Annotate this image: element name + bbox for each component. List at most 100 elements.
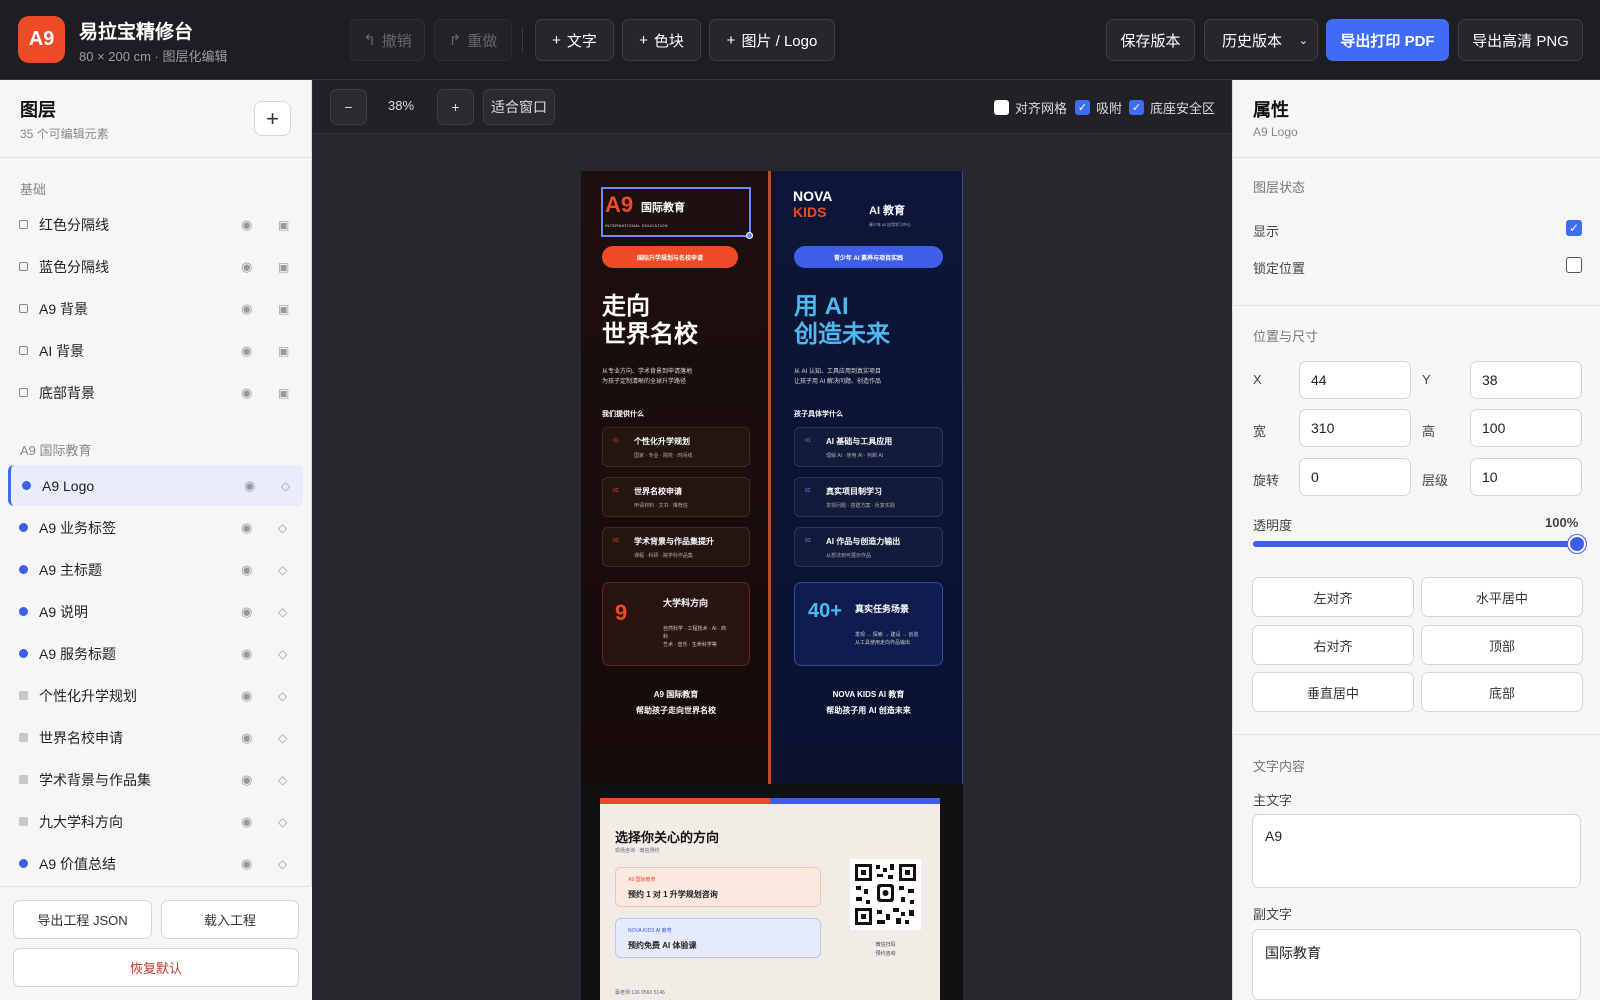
layer-item[interactable]: A9 背景 ◉ ▣ (8, 288, 303, 329)
eye-icon[interactable]: ◉ (241, 604, 252, 620)
unlock-icon[interactable]: ◇ (278, 605, 287, 619)
a9-section-title[interactable]: 我们提供什么 (602, 409, 644, 419)
ai-section-title[interactable]: 孩子具体学什么 (794, 409, 843, 419)
rotation-input[interactable]: 0 (1299, 458, 1411, 496)
layer-item[interactable]: AI 背景 ◉ ▣ (8, 330, 303, 371)
layer-item[interactable]: A9 主标题 ◉ ◇ (8, 549, 303, 590)
unlock-icon[interactable]: ◇ (278, 773, 287, 787)
a9-highlight-card[interactable]: 9 大学科方向 自然科学 · 工程技术 · AI · 商科艺术 · 音乐 · 生… (602, 582, 750, 666)
unlock-icon[interactable]: ◇ (278, 815, 287, 829)
a9-tag[interactable]: 国际升学规划与名校申请 (602, 246, 738, 268)
eye-icon[interactable]: ◉ (241, 856, 252, 872)
unlock-icon[interactable]: ◇ (278, 731, 287, 745)
eye-icon[interactable]: ◉ (241, 259, 252, 275)
eye-icon[interactable]: ◉ (241, 301, 252, 317)
eye-icon[interactable]: ◉ (241, 730, 252, 746)
eye-icon[interactable]: ◉ (241, 217, 252, 233)
ai-summary[interactable]: NOVA KIDS AI 教育 帮助孩子用 AI 创造未来 (774, 687, 963, 719)
layer-item[interactable]: 学术背景与作品集 ◉ ◇ (8, 759, 303, 800)
ai-highlight-card[interactable]: 40+ 真实任务场景 发现 → 探索 → 建设 → 创造 从工具使用走向作品输出 (794, 582, 943, 666)
add-image-button[interactable]: + 图片 / Logo (709, 19, 835, 61)
visible-checkbox[interactable]: ✓ (1566, 220, 1582, 236)
align-right-button[interactable]: 右对齐 (1252, 625, 1414, 665)
option-ai[interactable]: NOVA KIDS AI 教育 预约免费 AI 体验课 (615, 918, 821, 958)
eye-icon[interactable]: ◉ (241, 562, 252, 578)
export-pdf-button[interactable]: 导出打印 PDF (1326, 19, 1449, 61)
snap-toggle[interactable]: ✓ 吸附 (1075, 98, 1122, 117)
layer-item-selected[interactable]: A9 Logo ◉ ◇ (8, 465, 303, 506)
align-left-button[interactable]: 左对齐 (1252, 577, 1414, 617)
ai-title[interactable]: 用 AI 创造未来 (794, 293, 890, 349)
a9-card[interactable]: 01 个性化升学规划 国家 · 专业 · 院校 · 时间线 (602, 427, 750, 467)
unlock-icon[interactable]: ◇ (278, 689, 287, 703)
layer-item[interactable]: 九大学科方向 ◉ ◇ (8, 801, 303, 842)
load-project-button[interactable]: 载入工程 (161, 900, 299, 939)
bottom-sub[interactable]: 现场咨询 · 微信预约 (615, 847, 659, 854)
add-layer-button[interactable]: + (254, 101, 291, 136)
lock-icon[interactable]: ▣ (278, 302, 289, 316)
option-a9[interactable]: A9 国际教育 预约 1 对 1 升学规划咨询 (615, 867, 821, 907)
x-input[interactable]: 44 (1299, 361, 1411, 399)
ai-card[interactable]: 02 真实项目制学习 发现问题 · 搭建方案 · 反复实践 (794, 477, 943, 517)
unlock-icon[interactable]: ◇ (278, 563, 287, 577)
layer-item[interactable]: A9 业务标签 ◉ ◇ (8, 507, 303, 548)
eye-icon[interactable]: ◉ (241, 343, 252, 359)
align-top-button[interactable]: 顶部 (1421, 625, 1583, 665)
redo-button[interactable]: ↱ 重做 (434, 19, 512, 61)
reset-button[interactable]: 恢复默认 (13, 948, 299, 987)
lock-icon[interactable]: ▣ (278, 344, 289, 358)
sub-text-area[interactable]: 国际教育 (1252, 929, 1581, 1000)
a9-title[interactable]: 走向 世界名校 (602, 293, 698, 349)
layer-item[interactable]: A9 说明 ◉ ◇ (8, 591, 303, 632)
eye-icon[interactable]: ◉ (241, 520, 252, 536)
a9-desc[interactable]: 从专业方向、学术背景到申请落地 为孩子定制清晰的全球升学路径 (602, 367, 692, 387)
layer-item[interactable]: 底部背景 ◉ ▣ (8, 372, 303, 413)
fit-window-button[interactable]: 适合窗口 (483, 89, 555, 125)
opacity-slider-handle[interactable] (1568, 535, 1586, 553)
lock-checkbox[interactable] (1566, 257, 1582, 273)
contact-info[interactable]: 蔡老师 136 0560 5146 (615, 989, 665, 996)
unlock-icon[interactable]: ◇ (278, 857, 287, 871)
lock-icon[interactable]: ▣ (278, 386, 289, 400)
ai-desc[interactable]: 从 AI 认知、工具应用到真实项目 让孩子用 AI 解决问题、创造作品 (794, 367, 881, 387)
align-center-v-button[interactable]: 垂直居中 (1252, 672, 1414, 712)
add-color-block-button[interactable]: + 色块 (622, 19, 701, 61)
eye-icon[interactable]: ◉ (241, 814, 252, 830)
layer-item[interactable]: 世界名校申请 ◉ ◇ (8, 717, 303, 758)
ai-card[interactable]: 03 AI 作品与创造力输出 从想法到可展示作品 (794, 527, 943, 567)
qr-code[interactable] (850, 859, 921, 930)
ai-tag[interactable]: 青少年 AI 素养与项目实践 (794, 246, 943, 268)
layer-item[interactable]: 个性化升学规划 ◉ ◇ (8, 675, 303, 716)
zoom-in-button[interactable]: + (437, 89, 474, 125)
opacity-slider-track[interactable] (1253, 541, 1581, 547)
layer-item[interactable]: A9 服务标题 ◉ ◇ (8, 633, 303, 674)
height-input[interactable]: 100 (1470, 409, 1582, 447)
export-json-button[interactable]: 导出工程 JSON (13, 900, 152, 939)
eye-icon[interactable]: ◉ (241, 772, 252, 788)
grid-toggle[interactable]: 对齐网格 (994, 98, 1067, 117)
layer-item[interactable]: 蓝色分隔线 ◉ ▣ (8, 246, 303, 287)
ai-card[interactable]: 01 AI 基础与工具应用 理解 AI · 使用 AI · 判断 AI (794, 427, 943, 467)
layer-item[interactable]: A9 价值总结 ◉ ◇ (8, 843, 303, 884)
ai-logo-title[interactable]: AI 教育 (869, 202, 905, 218)
unlock-icon[interactable]: ◇ (278, 647, 287, 661)
eye-icon[interactable]: ◉ (241, 385, 252, 401)
lock-icon[interactable]: ▣ (278, 218, 289, 232)
y-input[interactable]: 38 (1470, 361, 1582, 399)
layer-item[interactable]: 红色分隔线 ◉ ▣ (8, 204, 303, 245)
undo-button[interactable]: ↰ 撤销 (350, 19, 425, 61)
unlock-icon[interactable]: ◇ (278, 521, 287, 535)
add-text-button[interactable]: + 文字 (535, 19, 614, 61)
lock-icon[interactable]: ▣ (278, 260, 289, 274)
nova-logo[interactable]: NOVA KIDS (793, 188, 832, 220)
save-version-button[interactable]: 保存版本 (1106, 19, 1195, 61)
a9-card[interactable]: 02 世界名校申请 申请材料 · 文书 · 推荐信 (602, 477, 750, 517)
align-bottom-button[interactable]: 底部 (1421, 672, 1583, 712)
unlock-icon[interactable]: ◇ (281, 479, 290, 493)
z-index-input[interactable]: 10 (1470, 458, 1582, 496)
zoom-out-button[interactable]: − (330, 89, 367, 125)
main-text-area[interactable]: A9 (1252, 814, 1581, 888)
safe-area-toggle[interactable]: ✓ 底座安全区 (1129, 98, 1215, 117)
eye-icon[interactable]: ◉ (241, 688, 252, 704)
export-png-button[interactable]: 导出高清 PNG (1458, 19, 1583, 61)
